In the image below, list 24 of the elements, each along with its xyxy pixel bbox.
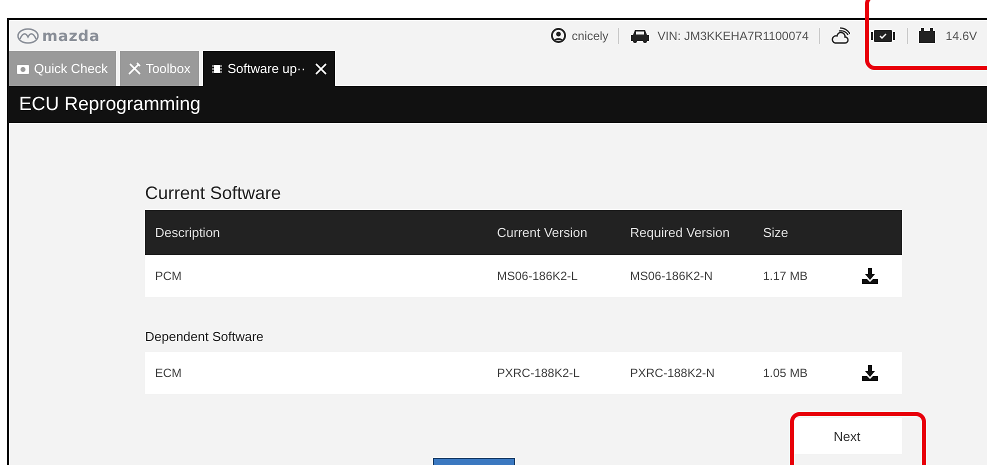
battery-icon [918,28,936,44]
table-row: ECM PXRC-188K2-L PXRC-188K2-N 1.05 MB [145,352,902,394]
tools-icon [128,62,141,75]
cloud-signal-icon [830,26,850,44]
table-row: PCM MS06-186K2-L MS06-186K2-N 1.17 MB [145,255,902,297]
camera-icon [17,63,29,74]
section-heading: Dependent Software [145,329,265,344]
logo-icon [17,28,39,44]
tab[interactable]: Software up·· [202,51,335,86]
download-icon[interactable] [861,364,879,382]
section-heading: Current Software [145,183,282,204]
interface-device-icon [870,28,897,42]
chip-icon [210,62,223,74]
vin-text: VIN: JM3KKEHA7R1100074 [657,28,809,42]
car-icon [629,28,652,42]
table-header: Description Current Version Required Version Size [145,210,902,255]
page-title: ECU Reprogramming [9,86,987,123]
battery-voltage: 14.6V [946,28,977,42]
close-icon[interactable] [314,62,327,74]
user-icon [550,28,566,43]
brand-logo-text: mazda [42,26,100,44]
download-icon[interactable] [861,267,879,285]
username: cnicely [572,28,608,42]
next-button[interactable]: Next [792,418,902,454]
